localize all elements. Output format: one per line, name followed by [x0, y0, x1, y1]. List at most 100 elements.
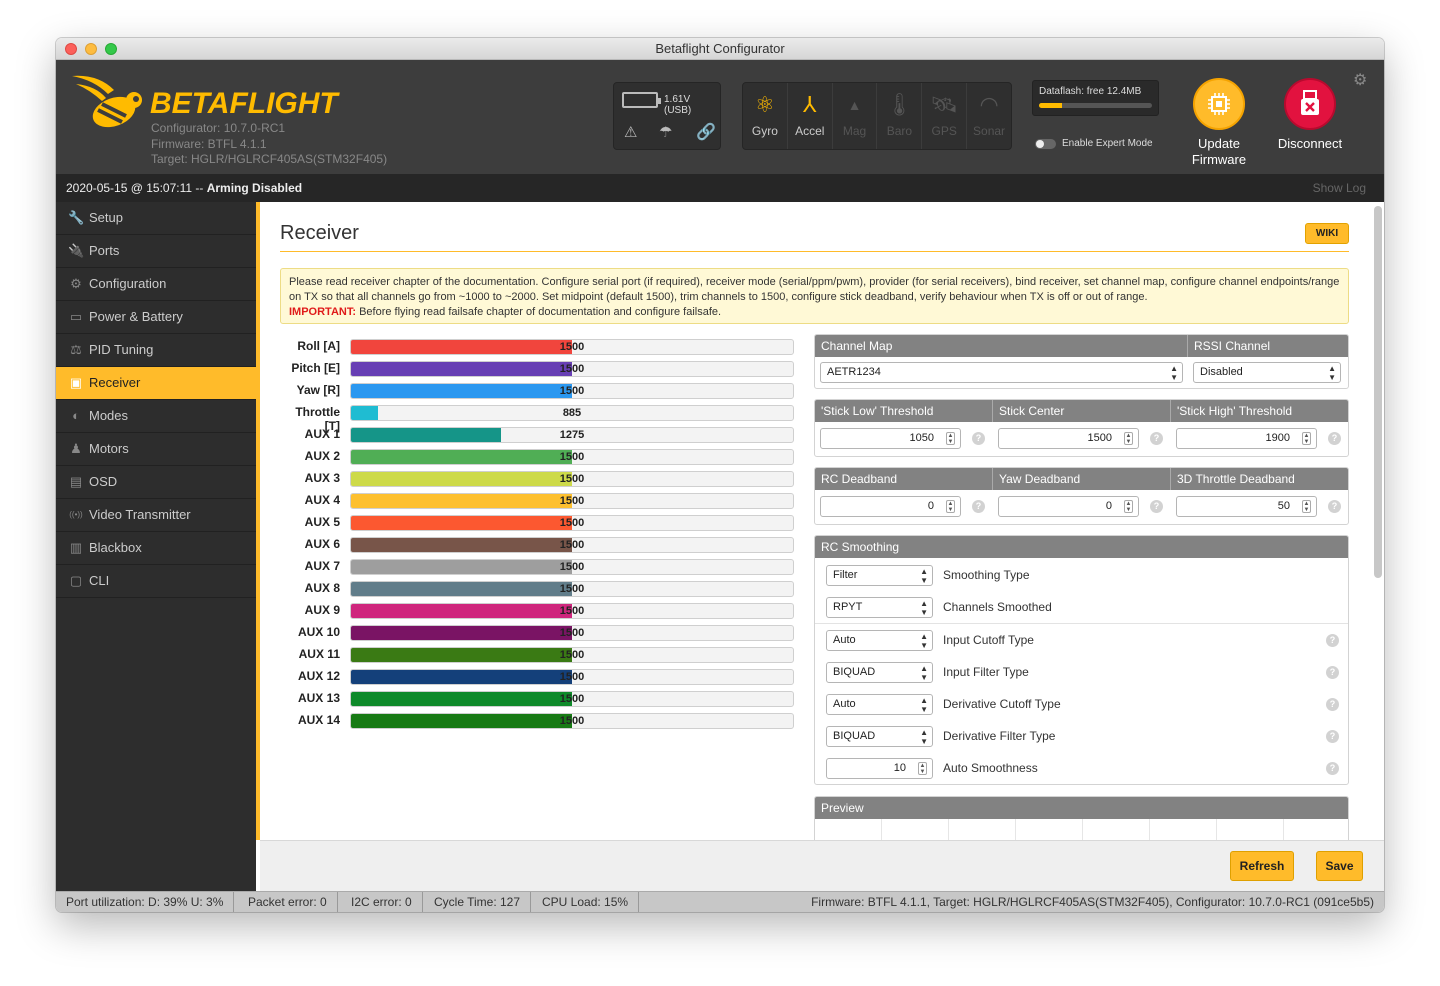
channel-name: AUX 10	[297, 625, 340, 639]
sidebar-item-label: OSD	[89, 474, 118, 489]
rc-smoothing-header: RC Smoothing	[821, 540, 900, 554]
rc-deadband-input[interactable]: 0 ▲ ▼	[820, 496, 961, 517]
zoom-window-button[interactable]	[105, 43, 117, 55]
channel-map-header: Channel Map	[815, 335, 1188, 357]
channel-value: 1500	[559, 473, 585, 485]
smoothing-label: Channels Smoothed	[943, 600, 1052, 614]
3d-throttle-deadband-input[interactable]: 50 ▲ ▼	[1176, 496, 1317, 517]
yaw-deadband-input[interactable]: 0 ▲ ▼	[998, 496, 1139, 517]
sidebar-item-pid-tuning[interactable]: ⚖ PID Tuning	[56, 334, 256, 367]
channel-bar: 1500	[350, 493, 794, 509]
smoothing-select[interactable]: BIQUAD ▲ ▼	[826, 662, 933, 683]
smoothing-row: Filter ▲ ▼ Smoothing Type	[815, 560, 1348, 592]
rssi-channel-select[interactable]: Disabled ▲ ▼	[1193, 362, 1341, 383]
channel-value: 1500	[559, 385, 585, 397]
smoothing-select[interactable]: RPYT ▲ ▼	[826, 597, 933, 618]
smoothing-label: Input Cutoff Type	[943, 633, 1034, 647]
help-icon[interactable]: ?	[1150, 500, 1163, 513]
smoothing-row: Auto ▲ ▼ Derivative Cutoff Type?	[815, 689, 1348, 721]
help-icon[interactable]: ?	[1328, 500, 1341, 513]
sidebar-item-cli[interactable]: ▢ CLI	[56, 565, 256, 598]
help-icon[interactable]: ?	[972, 500, 985, 513]
firmware-version: Firmware: BTFL 4.1.1	[151, 136, 267, 151]
sidebar-item-receiver[interactable]: ▣ Receiver	[56, 367, 256, 400]
channel-bar: 1500	[350, 581, 794, 597]
content-scrollbar[interactable]	[1374, 206, 1382, 578]
stick-center-input[interactable]: 1500 ▲ ▼	[998, 428, 1139, 449]
channel-name: Yaw [R]	[296, 383, 340, 397]
stick-high-input[interactable]: 1900 ▲ ▼	[1176, 428, 1317, 449]
channel-value: 1500	[559, 693, 585, 705]
channel-row: AUX 8 1500	[280, 578, 796, 600]
settings-gear-icon[interactable]: ⚙	[1353, 70, 1367, 90]
channel-bar: 1500	[350, 625, 794, 641]
channel-bar: 1500	[350, 559, 794, 575]
close-window-button[interactable]	[65, 43, 77, 55]
sidebar-nav: 🔧 Setup 🔌 Ports ⚙ Configuration ▭ Power & Batte…	[56, 202, 256, 891]
smoothing-select[interactable]: Auto ▲ ▼	[826, 694, 933, 715]
save-button[interactable]: Save	[1316, 851, 1363, 881]
channel-row: Roll [A] 1500	[280, 336, 796, 358]
sidebar-item-power-battery[interactable]: ▭ Power & Battery	[56, 301, 256, 334]
sidebar-item-label: Receiver	[89, 375, 141, 390]
channel-row: AUX 7 1500	[280, 556, 796, 578]
help-icon[interactable]: ?	[1326, 730, 1339, 743]
battery-voltage: 1.61V (USB)	[664, 94, 692, 116]
help-icon[interactable]: ?	[972, 432, 985, 445]
sidebar-item-label: Power & Battery	[89, 309, 183, 324]
gps-icon: 🛰	[930, 92, 959, 117]
sidebar-item-osd[interactable]: ▤ OSD	[56, 466, 256, 499]
sidebar-item-label: Setup	[89, 210, 123, 225]
smoothing-select[interactable]: BIQUAD ▲ ▼	[826, 726, 933, 747]
toggle-switch[interactable]	[1035, 138, 1056, 149]
channel-row: AUX 11 1500	[280, 644, 796, 666]
show-log-link[interactable]: Show Log	[1313, 174, 1366, 202]
sidebar-item-video-transmitter[interactable]: ((•)) Video Transmitter	[56, 499, 256, 532]
help-icon[interactable]: ?	[1326, 634, 1339, 647]
help-icon[interactable]: ?	[1326, 666, 1339, 679]
channel-bar: 1500	[350, 713, 794, 729]
sidebar-item-motors[interactable]: ♟ Motors	[56, 433, 256, 466]
sensor-gyro: ⚛ Gyro	[743, 83, 788, 149]
link-icon: 🔗	[696, 124, 716, 141]
channel-row: AUX 13 1500	[280, 688, 796, 710]
help-icon[interactable]: ?	[1326, 698, 1339, 711]
minimize-window-button[interactable]	[85, 43, 97, 55]
channel-value: 1500	[559, 451, 585, 463]
expert-mode-toggle[interactable]: Enable Expert Mode	[1035, 138, 1153, 149]
channel-row: Pitch [E] 1500	[280, 358, 796, 380]
wiki-button[interactable]: WIKI	[1305, 223, 1349, 244]
sidebar-item-blackbox[interactable]: ▥ Blackbox	[56, 532, 256, 565]
refresh-button[interactable]: Refresh	[1230, 851, 1294, 881]
sidebar-item-configuration[interactable]: ⚙ Configuration	[56, 268, 256, 301]
sensor-baro: 🌡 Baro	[877, 83, 923, 149]
channel-name: AUX 3	[304, 471, 340, 485]
channel-row: AUX 14 1500	[280, 710, 796, 732]
packet-error: Packet error: 0	[238, 892, 338, 912]
sidebar-item-label: Configuration	[89, 276, 167, 291]
channel-bar: 1500	[350, 691, 794, 707]
smoothing-label: Derivative Cutoff Type	[943, 697, 1061, 711]
channel-name: Roll [A]	[297, 339, 340, 353]
channel-map-select[interactable]: AETR1234 ▲ ▼	[820, 362, 1183, 383]
version-info: Configurator: 10.7.0-RC1 Firmware: BTFL …	[151, 121, 387, 168]
channel-name: AUX 5	[304, 515, 340, 529]
disconnect-button[interactable]: Disconnect	[1272, 78, 1348, 152]
battery-panel: 1.61V (USB) ⚠ ☂ 🔗	[613, 82, 721, 150]
rc-smoothing-panel: RC Smoothing Filter ▲ ▼ Smoothing Type RPYT ▲…	[814, 535, 1349, 785]
stick-low-input[interactable]: 1050 ▲ ▼	[820, 428, 961, 449]
cycle-time: Cycle Time: 127	[424, 892, 532, 912]
help-icon[interactable]: ?	[1328, 432, 1341, 445]
auto-smoothness-input[interactable]: 10 ▲ ▼	[826, 758, 933, 779]
channel-bar: 1500	[350, 383, 794, 399]
sidebar-item-setup[interactable]: 🔧 Setup	[56, 202, 256, 235]
sidebar-item-ports[interactable]: 🔌 Ports	[56, 235, 256, 268]
channel-value: 885	[562, 407, 582, 419]
smoothing-select[interactable]: Filter ▲ ▼	[826, 565, 933, 586]
help-icon[interactable]: ?	[1150, 432, 1163, 445]
configurator-version: Configurator: 10.7.0-RC1	[151, 121, 286, 135]
help-icon[interactable]: ?	[1326, 762, 1339, 775]
smoothing-select[interactable]: Auto ▲ ▼	[826, 630, 933, 651]
sidebar-item-modes[interactable]: ◐ Modes	[56, 400, 256, 433]
update-firmware-button[interactable]: Update Firmware	[1183, 78, 1255, 168]
